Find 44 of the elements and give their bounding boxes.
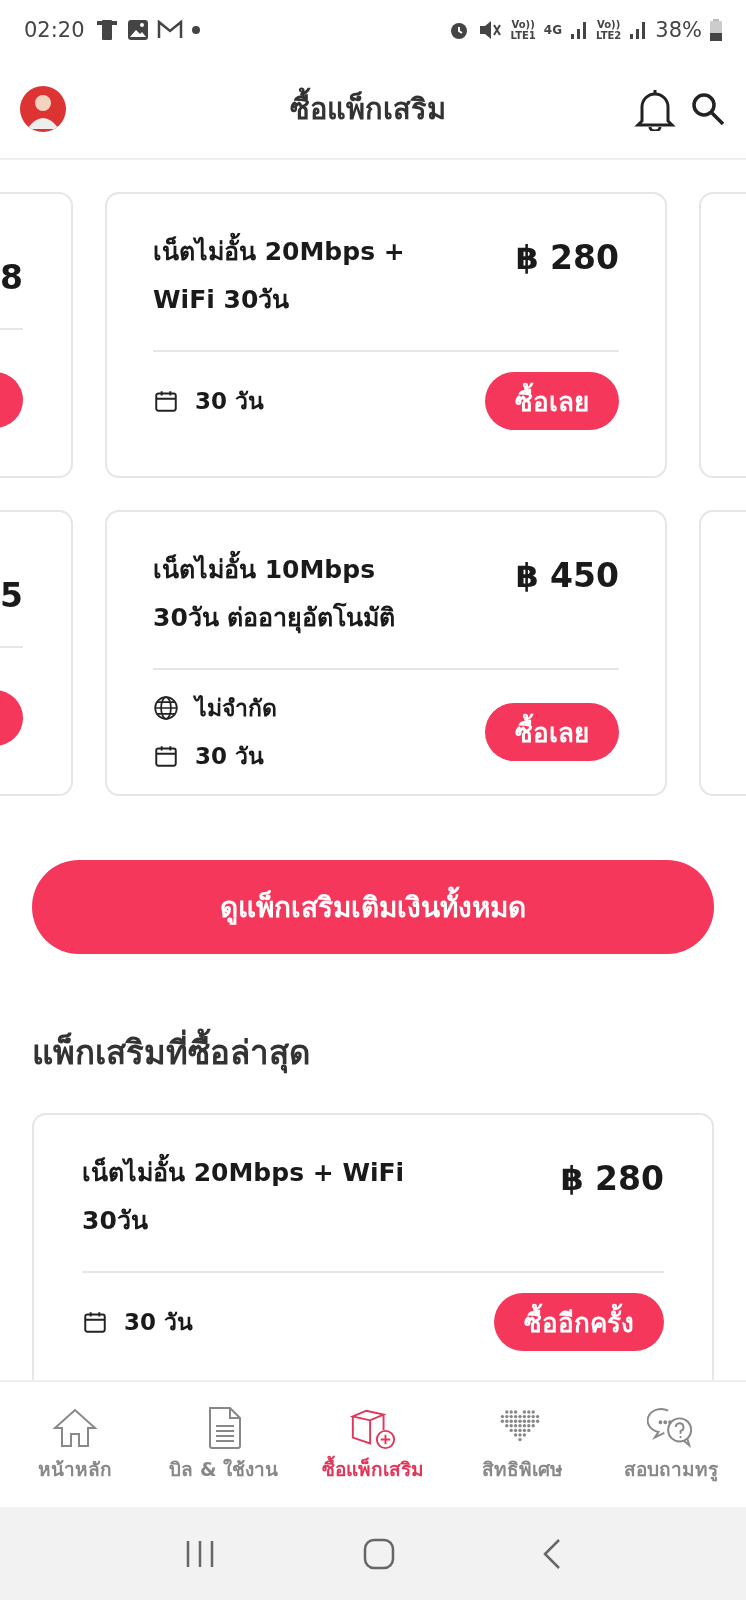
globe-icon (153, 695, 179, 721)
package-price: ฿ 280 (560, 1159, 664, 1198)
view-all-button[interactable]: ดูแพ็กเสริมเติมเงินทั้งหมด (32, 860, 714, 954)
signal-icon (570, 20, 588, 40)
page-title: ซื้อแพ็กเสริม (102, 86, 634, 132)
bell-icon[interactable] (634, 87, 676, 131)
status-time: 02:20 (24, 18, 85, 42)
package-price: ฿ 280 (515, 238, 619, 277)
buy-button[interactable]: ซื้อเลย (485, 703, 619, 761)
mail-icon (156, 20, 183, 40)
nav-tab[interactable]: บิล & ใช้งาน (149, 1382, 299, 1507)
battery-icon (710, 19, 722, 41)
lte2-indicator: Vo)) LTE2 (596, 19, 622, 41)
nav-tab[interactable]: สิทธิพิเศษ (447, 1382, 597, 1507)
package-detail: ไม่จำกัด (195, 694, 277, 723)
package-price: 5 (0, 576, 23, 616)
back-icon[interactable] (542, 1537, 563, 1570)
calendar-icon (153, 743, 179, 769)
nav-tab[interactable]: หน้าหลัก (0, 1382, 150, 1507)
signal-icon (629, 20, 648, 40)
package-detail: 30 วัน (195, 387, 264, 416)
section-title: แพ็กเสริมที่ซื้อล่าสุด (32, 1026, 714, 1079)
package-detail: 30 วัน (195, 742, 264, 771)
network-type: 4G (543, 23, 562, 37)
buy-button[interactable]: ซื้ออีกครั้ง (494, 1293, 664, 1351)
buy-button[interactable]: ซื้อเลย (485, 372, 619, 430)
package-name: เน็ตไม่อั้น 20Mbps + WiFi 30วัน (153, 228, 443, 324)
package-price: ฿ 450 (515, 556, 619, 595)
package-detail: 30 วัน (124, 1308, 193, 1337)
calendar-icon (153, 388, 179, 414)
mute-icon (478, 19, 503, 41)
avatar[interactable] (20, 86, 66, 132)
package-name: เน็ตไม่อั้น 20Mbps + WiFi 30วัน (82, 1149, 432, 1245)
lte1-indicator: Vo)) LTE1 (510, 19, 536, 41)
package-price: 8 (0, 258, 23, 298)
dot-icon (190, 25, 201, 35)
home-button-icon[interactable] (363, 1537, 395, 1570)
package-name: เน็ตไม่อั้น 10Mbps 30วัน ต่ออายุอัตโนมัติ (153, 546, 443, 642)
image-icon (126, 19, 149, 41)
calendar-icon (82, 1309, 108, 1335)
search-icon[interactable] (690, 91, 726, 127)
nav-tab[interactable]: ซื้อแพ็กเสริม (298, 1382, 448, 1507)
battery-percent: 38% (655, 18, 702, 42)
nav-tab[interactable]: สอบถามทรู (596, 1382, 746, 1507)
